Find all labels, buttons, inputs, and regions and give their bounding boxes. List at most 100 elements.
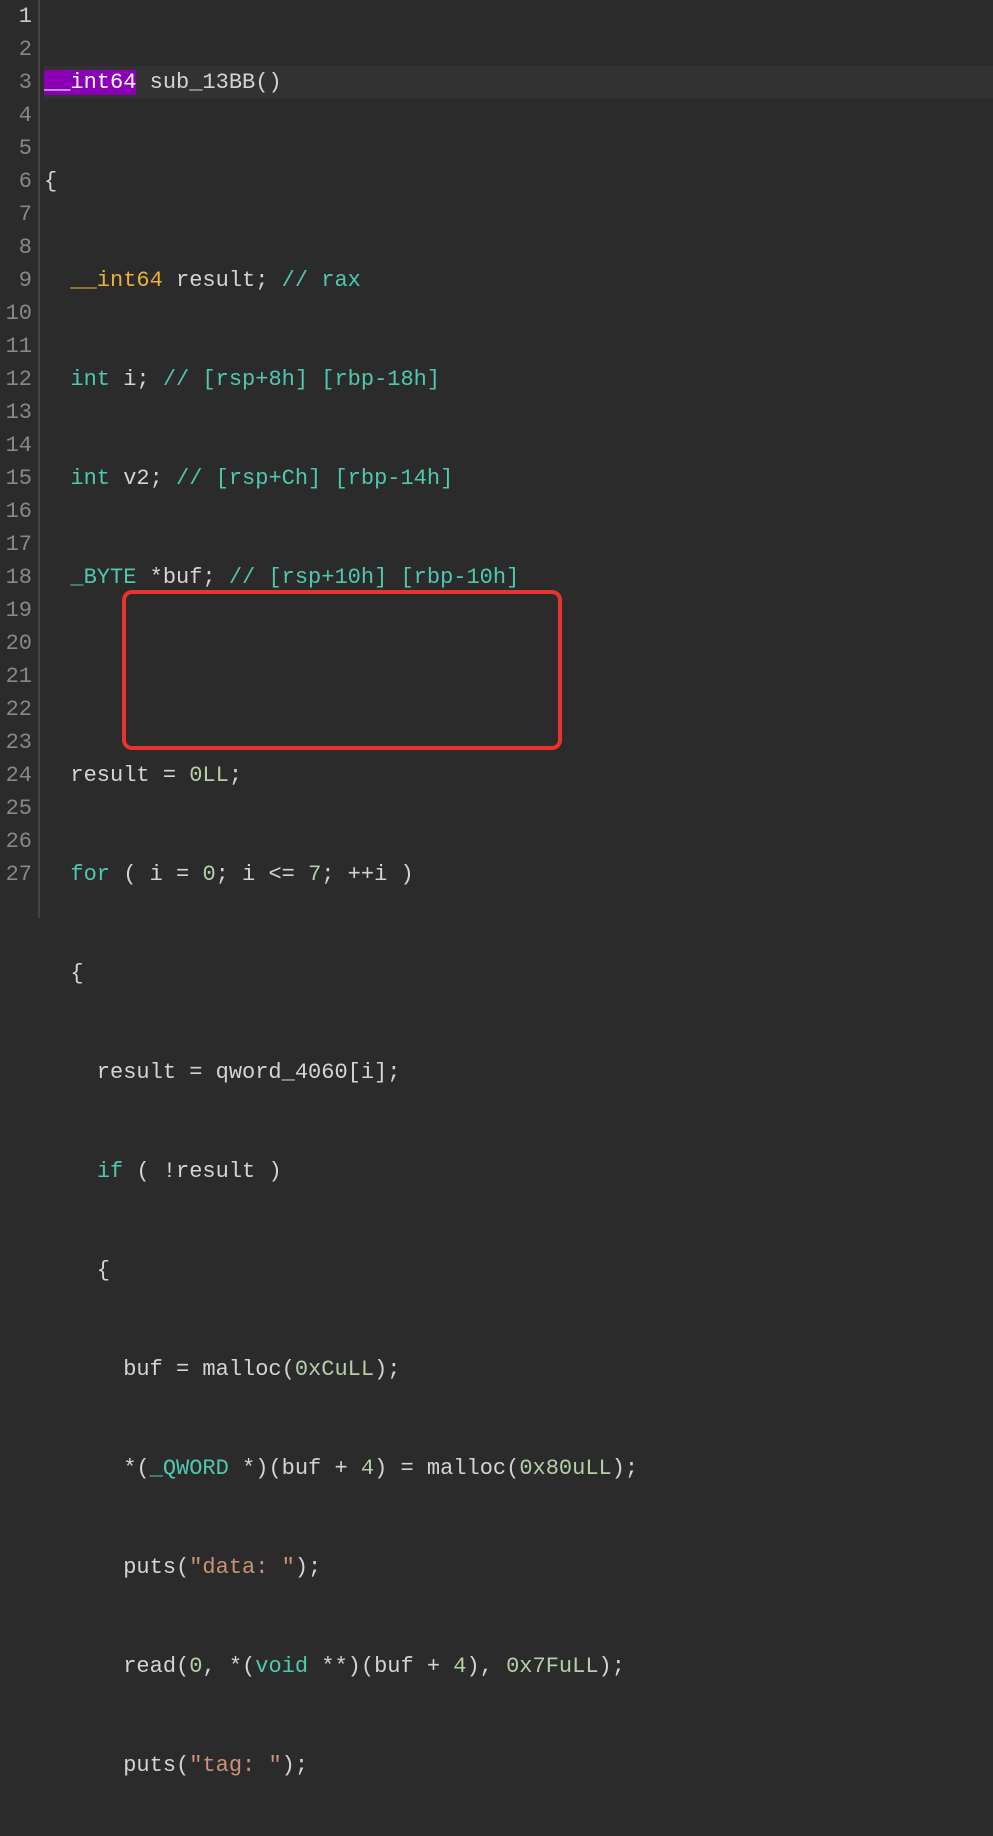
token: { — [44, 1258, 110, 1283]
line-number: 14 — [0, 429, 32, 462]
token: ); — [282, 1753, 308, 1778]
code-line[interactable]: { — [44, 165, 993, 198]
token: // [rsp+Ch] [rbp-14h] — [176, 466, 453, 491]
token: 0x80uLL — [519, 1456, 611, 1481]
token: // [rsp+10h] [rbp-10h] — [229, 565, 519, 590]
line-number: 26 — [0, 825, 32, 858]
token — [44, 862, 70, 887]
token: "data: " — [189, 1555, 295, 1580]
line-number: 18 — [0, 561, 32, 594]
line-number: 24 — [0, 759, 32, 792]
token: 0 — [189, 1654, 202, 1679]
token: ); — [374, 1357, 400, 1382]
token: *)(buf + — [229, 1456, 361, 1481]
line-number: 5 — [0, 132, 32, 165]
token: ); — [295, 1555, 321, 1580]
line-number-gutter: 1 2 3 4 5 6 7 8 9 10 11 12 13 14 15 16 1… — [0, 0, 40, 918]
token: // [rsp+8h] [rbp-18h] — [163, 367, 440, 392]
token: _QWORD — [150, 1456, 229, 1481]
code-area[interactable]: __int64 sub_13BB() { __int64 result; // … — [40, 0, 993, 918]
token: _BYTE — [70, 565, 136, 590]
line-number: 4 — [0, 99, 32, 132]
line-number: 25 — [0, 792, 32, 825]
code-line[interactable]: __int64 sub_13BB() — [44, 66, 993, 99]
token: "tag: " — [189, 1753, 281, 1778]
token: ); — [612, 1456, 638, 1481]
code-line[interactable] — [44, 660, 993, 693]
token: void — [255, 1654, 308, 1679]
token: { — [44, 169, 57, 194]
token: for — [70, 862, 110, 887]
token: ( i = — [110, 862, 202, 887]
line-number: 1 — [0, 0, 32, 33]
token: 4 — [361, 1456, 374, 1481]
line-number: 21 — [0, 660, 32, 693]
token: puts( — [44, 1753, 189, 1778]
code-line[interactable]: { — [44, 957, 993, 990]
token — [44, 565, 70, 590]
token — [44, 367, 70, 392]
token: { — [44, 961, 84, 986]
token: () — [255, 70, 281, 95]
token: puts( — [44, 1555, 189, 1580]
line-number: 20 — [0, 627, 32, 660]
token: 0xCuLL — [295, 1357, 374, 1382]
code-line[interactable]: if ( !result ) — [44, 1155, 993, 1188]
selection: __int64 — [44, 70, 136, 95]
token: 0 — [202, 862, 215, 887]
line-number: 19 — [0, 594, 32, 627]
code-line[interactable]: result = qword_4060[i]; — [44, 1056, 993, 1089]
token: 0x7FuLL — [506, 1654, 598, 1679]
token: ), — [467, 1654, 507, 1679]
line-number: 7 — [0, 198, 32, 231]
code-line[interactable]: *(_QWORD *)(buf + 4) = malloc(0x80uLL); — [44, 1452, 993, 1485]
code-line[interactable]: __int64 result; // rax — [44, 264, 993, 297]
token: result; — [163, 268, 282, 293]
line-number: 23 — [0, 726, 32, 759]
token: ; ++i ) — [321, 862, 413, 887]
code-line[interactable]: result = 0LL; — [44, 759, 993, 792]
token: sub_13BB — [136, 70, 255, 95]
token — [44, 1159, 97, 1184]
token: __int64 — [70, 268, 162, 293]
line-number: 3 — [0, 66, 32, 99]
line-number: 8 — [0, 231, 32, 264]
line-number: 22 — [0, 693, 32, 726]
token: v2; — [110, 466, 176, 491]
line-number: 16 — [0, 495, 32, 528]
line-number: 12 — [0, 363, 32, 396]
token: ; i <= — [216, 862, 308, 887]
line-number: 27 — [0, 858, 32, 891]
token: ; — [229, 763, 242, 788]
code-editor[interactable]: 1 2 3 4 5 6 7 8 9 10 11 12 13 14 15 16 1… — [0, 0, 993, 918]
token: *( — [44, 1456, 150, 1481]
token: ); — [599, 1654, 625, 1679]
code-line[interactable]: _BYTE *buf; // [rsp+10h] [rbp-10h] — [44, 561, 993, 594]
token: 4 — [453, 1654, 466, 1679]
token: *buf; — [136, 565, 228, 590]
token — [44, 466, 70, 491]
token — [44, 268, 70, 293]
line-number: 10 — [0, 297, 32, 330]
code-line[interactable]: buf = malloc(0xCuLL); — [44, 1353, 993, 1386]
code-line[interactable]: puts("data: "); — [44, 1551, 993, 1584]
token: // rax — [282, 268, 361, 293]
token: 0LL — [189, 763, 229, 788]
line-number: 9 — [0, 264, 32, 297]
token: int — [70, 466, 110, 491]
token: ( !result ) — [123, 1159, 281, 1184]
line-number: 15 — [0, 462, 32, 495]
code-line[interactable]: { — [44, 1254, 993, 1287]
code-line[interactable]: read(0, *(void **)(buf + 4), 0x7FuLL); — [44, 1650, 993, 1683]
line-number: 6 — [0, 165, 32, 198]
code-line[interactable]: puts("tag: "); — [44, 1749, 993, 1782]
token: buf = malloc( — [44, 1357, 295, 1382]
token: result = qword_4060[i]; — [44, 1060, 400, 1085]
token: ) = malloc( — [374, 1456, 519, 1481]
code-line[interactable]: int i; // [rsp+8h] [rbp-18h] — [44, 363, 993, 396]
code-line[interactable]: for ( i = 0; i <= 7; ++i ) — [44, 858, 993, 891]
line-number: 17 — [0, 528, 32, 561]
token: int — [70, 367, 110, 392]
code-line[interactable]: int v2; // [rsp+Ch] [rbp-14h] — [44, 462, 993, 495]
token: result = — [44, 763, 189, 788]
